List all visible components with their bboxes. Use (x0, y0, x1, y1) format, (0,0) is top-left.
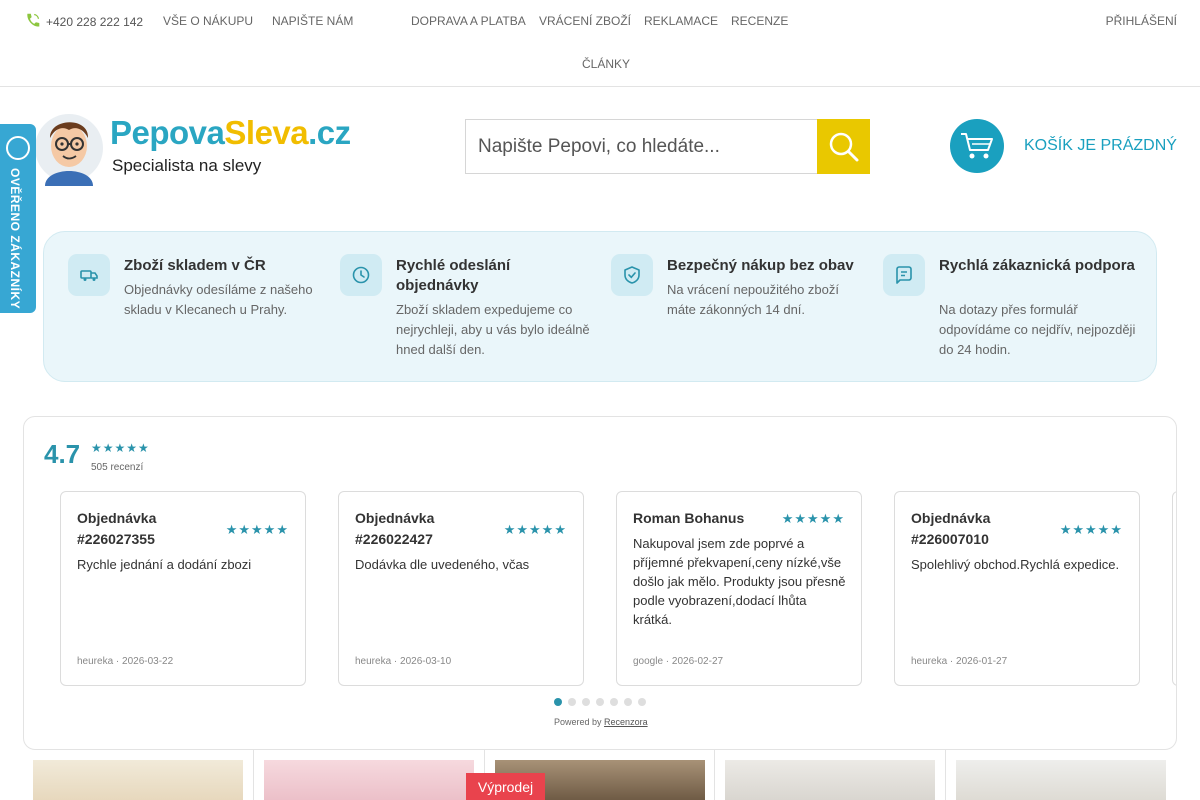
review-stars: ★★★★★ (781, 511, 845, 526)
review-source-date: heureka · 2026-03-10 (355, 656, 452, 667)
carousel-dot[interactable] (582, 698, 590, 706)
review-card: Objednávka #226007010 ★★★★★ Spolehlivý o… (894, 491, 1140, 686)
product-image[interactable] (956, 760, 1166, 800)
review-source-date: google · 2026-02-27 (633, 656, 724, 667)
sale-badge: Výprodej (466, 773, 545, 800)
mascot-logo-icon (33, 106, 105, 186)
truck-icon (68, 254, 110, 296)
brand-name: PepovaSleva.cz (110, 114, 351, 151)
login-link[interactable]: PŘIHLÁŠENÍ (1106, 14, 1177, 28)
carousel-dot[interactable] (638, 698, 646, 706)
review-card: Objednávka #226027355 ★★★★★ Rychle jedná… (60, 491, 306, 686)
cart-label: KOŠÍK JE PRÁZDNÝ (1024, 136, 1177, 154)
phone-icon (24, 12, 41, 32)
review-count: 505 recenzí (91, 462, 144, 473)
review-title: Objednávka #226007010 (911, 510, 991, 547)
product-image[interactable] (33, 760, 243, 800)
search-button[interactable] (817, 119, 870, 174)
review-text: Rychle jednání a dodání zbozi (77, 557, 252, 572)
review-stars: ★★★★★ (503, 522, 567, 537)
review-title: Objednávka #226027355 (77, 510, 157, 547)
carousel-dot[interactable] (554, 698, 562, 706)
phone-contact[interactable]: +420 228 222 142 (24, 12, 143, 32)
search-bar (465, 119, 870, 174)
topbar-link-vse-o-nakupu[interactable]: VŠE O NÁKUPU (163, 14, 253, 28)
product-image[interactable] (725, 760, 935, 800)
divider (714, 750, 715, 800)
review-card: Roman Bohanus ★★★★★ Nakupoval jsem zde p… (616, 491, 862, 686)
topbar-link-clanky[interactable]: ČLÁNKY (582, 57, 630, 71)
clock-icon (340, 254, 382, 296)
benefit-desc: Na vrácení nepoužitého zboží máte zákonn… (667, 282, 839, 317)
review-title: Objednávka #226022427 (355, 510, 435, 547)
review-text: Spolehlivý obchod.Rychlá expedice. (911, 557, 1120, 572)
review-source-date: heureka · 2026-03-22 (77, 656, 174, 667)
recenzora-link[interactable]: Recenzora (604, 717, 648, 727)
benefit-desc: Zboží skladem expedujeme co nejrychleji,… (396, 302, 590, 357)
review-stars: ★★★★★ (225, 522, 289, 537)
benefit-desc: Na dotazy přes formulář odpovídáme co ne… (939, 302, 1136, 357)
reviews-widget: 4.7 ★★★★★ 505 recenzí Objednávka #226027… (23, 416, 1177, 750)
topbar-link-napiste-nam[interactable]: NAPIŠTE NÁM (272, 14, 353, 28)
benefit-title: Rychlé odeslání objednávky (396, 257, 511, 294)
product-strip (23, 750, 1177, 800)
carousel-dot[interactable] (596, 698, 604, 706)
topbar-link-reklamace[interactable]: REKLAMACE (644, 14, 718, 28)
benefit-title: Rychlá zákaznická podpora (939, 257, 1135, 274)
benefit-title: Bezpečný nákup bez obav (667, 257, 854, 274)
topbar-link-recenze[interactable]: RECENZE (731, 14, 788, 28)
review-text: Nakupoval jsem zde poprvé a příjemné pře… (633, 536, 846, 627)
review-title: Roman Bohanus (633, 510, 745, 526)
carousel-dots (554, 698, 646, 706)
product-image[interactable] (264, 760, 474, 800)
review-card-partial (1172, 491, 1176, 686)
shield-check-icon (611, 254, 653, 296)
top-bar: +420 228 222 142 VŠE O NÁKUPU NAPIŠTE NÁ… (0, 0, 1200, 87)
benefit-desc: Objednávky odesíláme z našeho skladu v K… (124, 282, 313, 317)
seal-icon (6, 136, 30, 160)
topbar-link-vraceni-zbozi[interactable]: VRÁCENÍ ZBOŽÍ (539, 14, 631, 28)
chat-icon (883, 254, 925, 296)
review-stars: ★★★★★ (1059, 522, 1123, 537)
verified-label: OVĚŘENO ZÁKAZNÍKY (8, 168, 22, 310)
rating-stars: ★★★★★ (91, 441, 150, 455)
carousel-dot[interactable] (568, 698, 576, 706)
review-source-date: heureka · 2026-01-27 (911, 656, 1008, 667)
brand-tagline: Specialista na slevy (112, 156, 262, 175)
cart-button[interactable]: KOŠÍK JE PRÁZDNÝ (950, 118, 1177, 173)
review-card: Objednávka #226022427 ★★★★★ Dodávka dle … (338, 491, 584, 686)
carousel-dot[interactable] (610, 698, 618, 706)
divider (945, 750, 946, 800)
topbar-link-doprava-a-platba[interactable]: DOPRAVA A PLATBA (411, 14, 526, 28)
powered-by: Powered by Recenzora (554, 717, 648, 727)
benefit-title: Zboží skladem v ČR (124, 257, 266, 274)
search-input[interactable] (465, 119, 817, 174)
search-icon (829, 132, 858, 161)
site-logo[interactable]: PepovaSleva.cz Specialista na slevy (33, 106, 393, 186)
divider (253, 750, 254, 800)
verified-customers-badge[interactable]: OVĚŘENO ZÁKAZNÍKY (0, 124, 36, 313)
carousel-dot[interactable] (624, 698, 632, 706)
benefits-panel: Zboží skladem v ČR Objednávky odesíláme … (43, 231, 1157, 382)
review-text: Dodávka dle uvedeného, včas (355, 557, 530, 572)
rating-score: 4.7 (44, 439, 81, 469)
cart-icon (950, 118, 1004, 173)
phone-number: +420 228 222 142 (46, 15, 144, 29)
